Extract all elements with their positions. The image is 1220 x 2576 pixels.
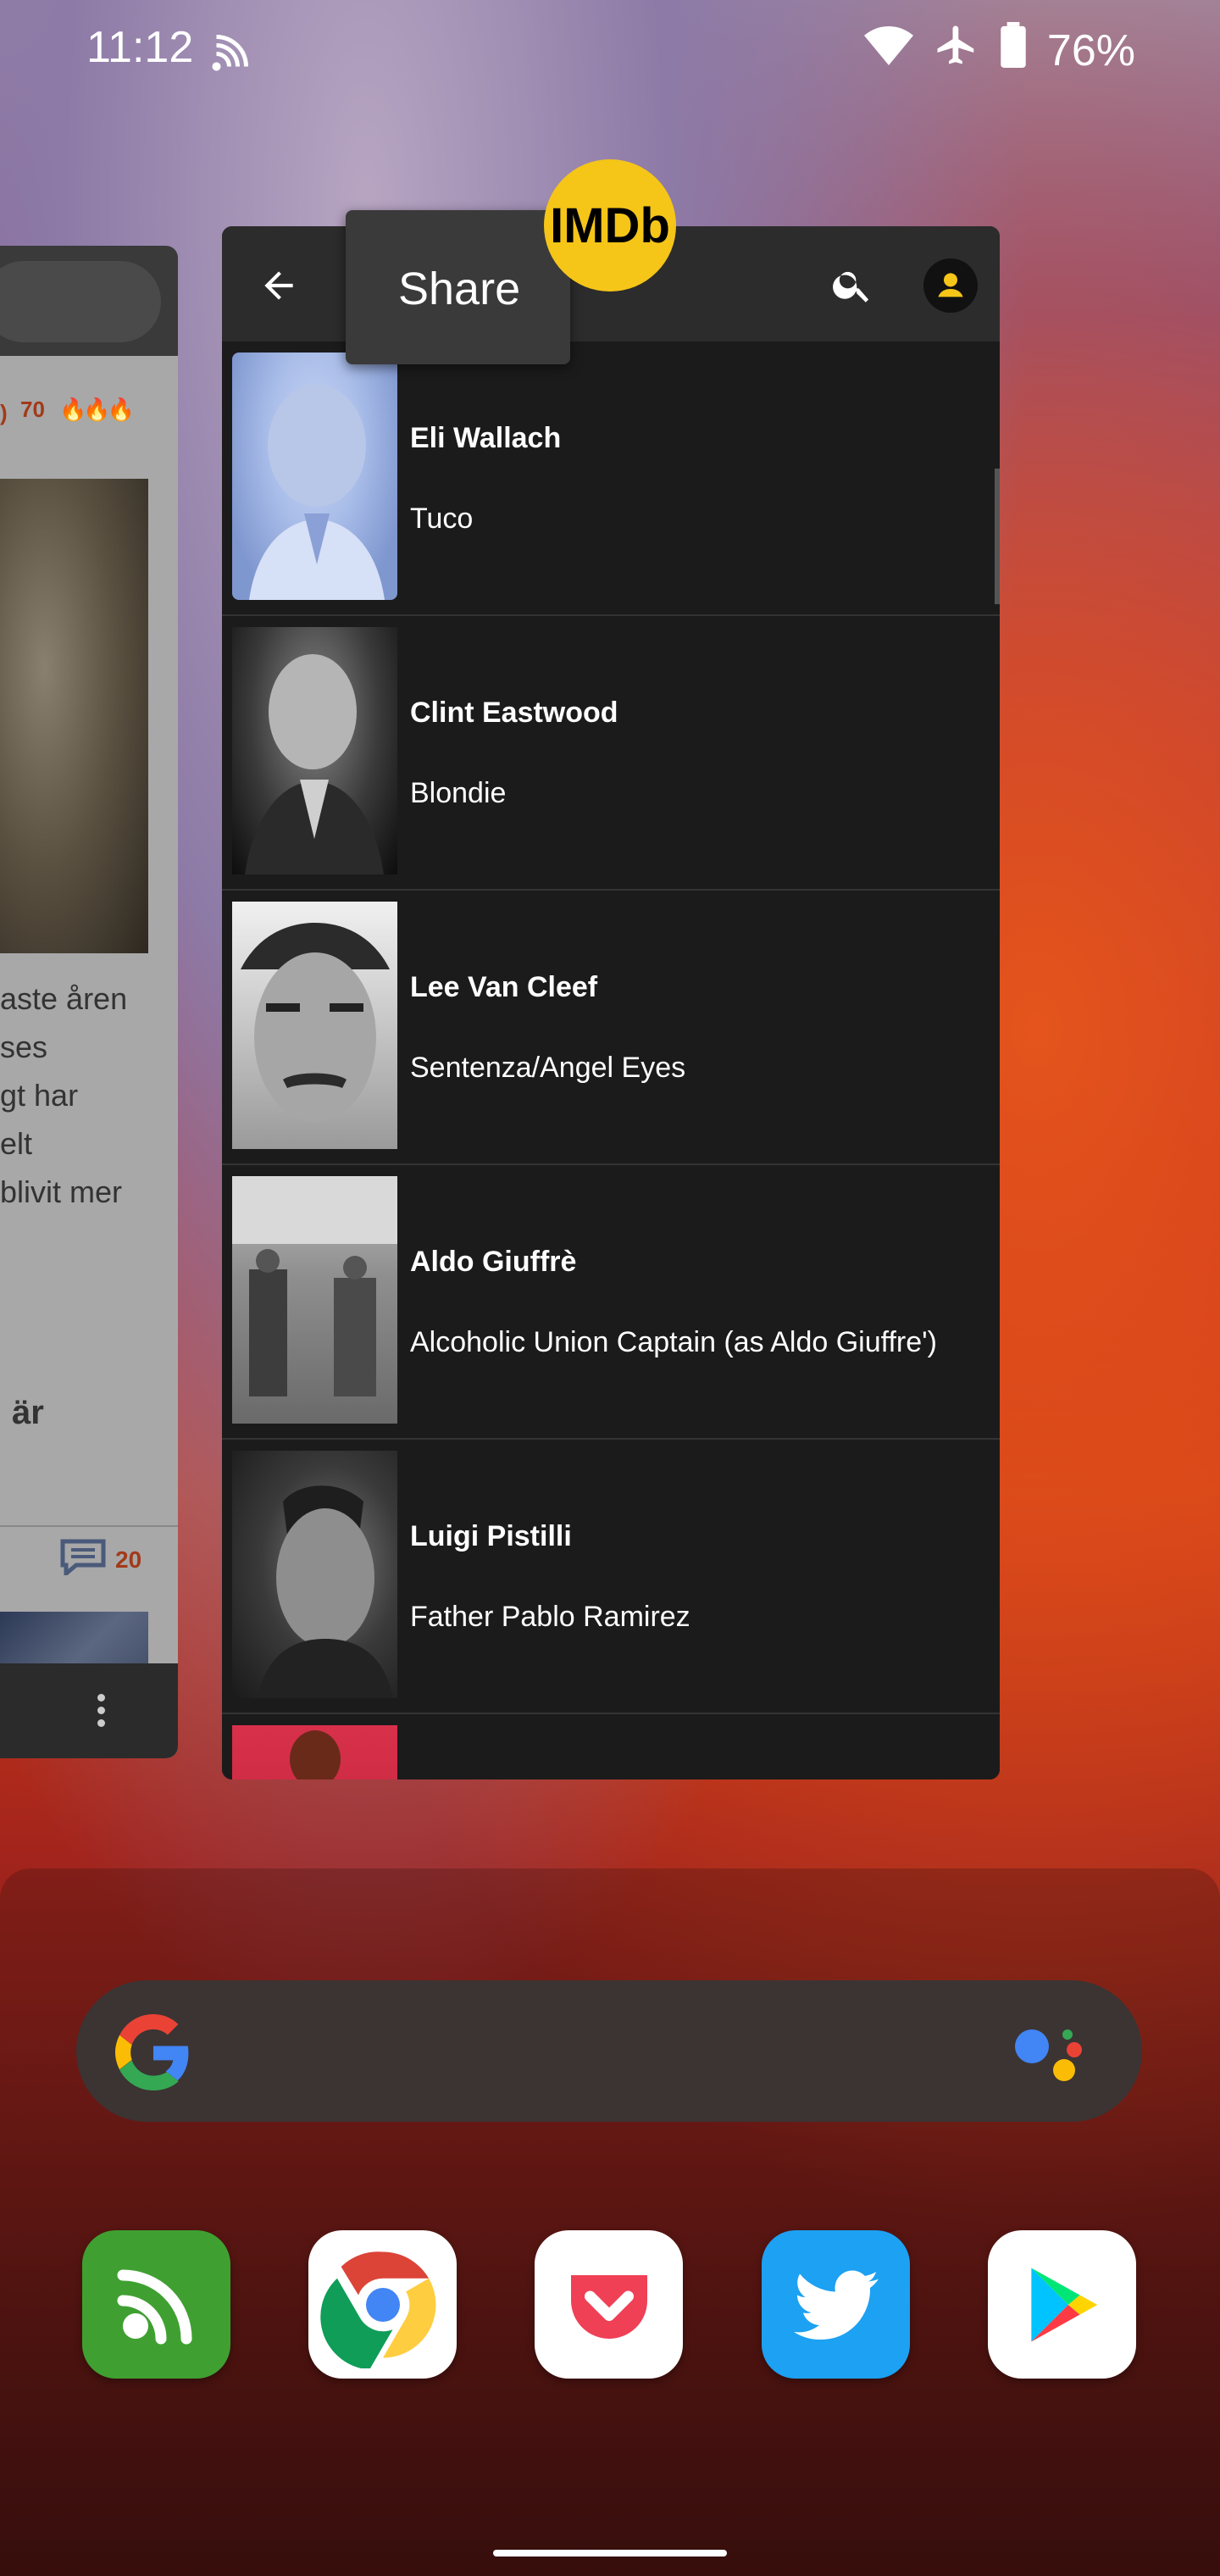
launcher-dock [0, 1868, 1220, 2576]
back-arrow-icon[interactable] [258, 264, 300, 307]
character-name: Father Pablo Ramirez [410, 1601, 690, 1633]
comment-icon [59, 1538, 107, 1581]
news-article-text: aste åren ses gt har elt blivit mer [0, 974, 127, 1216]
character-name: Tuco [410, 502, 474, 535]
scrollbar[interactable] [995, 469, 1000, 604]
actor-name: Luigi Pistilli [410, 1520, 572, 1552]
heat-icon: ) [0, 400, 8, 425]
cast-row[interactable]: Eli Wallach Tuco [222, 341, 1000, 616]
google-assistant-icon[interactable] [1013, 2021, 1090, 2089]
actor-photo [232, 1176, 397, 1424]
news-text-line: gt har [0, 1078, 79, 1113]
recent-app-card-news[interactable]: ) 70 🔥🔥🔥 aste åren ses gt har elt blivit mer… [0, 246, 178, 1758]
flame-rating-icon: 🔥🔥🔥 [59, 397, 135, 422]
more-vert-icon[interactable] [97, 1694, 106, 1732]
news-text-line: elt [0, 1126, 33, 1161]
home-gesture-bar[interactable] [493, 2550, 727, 2557]
wifi-icon [863, 25, 913, 76]
actor-name: Aldo Giuffrè [410, 1246, 577, 1278]
news-headline: är [12, 1394, 44, 1431]
status-icons: 76% [863, 22, 1135, 79]
news-bottom-bar [0, 1663, 178, 1758]
news-article-image [0, 479, 148, 953]
imdb-app-icon[interactable]: IMDb [544, 159, 676, 291]
actor-photo [232, 1725, 397, 1779]
actor-name: Eli Wallach [410, 422, 562, 454]
clock: 11:12 [86, 23, 194, 72]
cast-row[interactable]: Aldo Giuffrè Alcoholic Union Captain (as… [222, 1165, 1000, 1440]
news-app-header [0, 246, 178, 356]
share-tooltip[interactable]: Share [346, 210, 570, 364]
recent-app-card-imdb[interactable]: Eli Wallach Tuco Clint Eastwood Blondie … [222, 226, 1000, 1779]
cast-row[interactable]: Lee Van Cleef Sentenza/Angel Eyes [222, 891, 1000, 1165]
imdb-logo-text: IMDb [550, 197, 670, 253]
twitter-app-icon[interactable] [762, 2230, 910, 2379]
cast-row[interactable] [222, 1714, 1000, 1779]
news-text-line: aste åren [0, 981, 128, 1016]
google-search-bar[interactable] [76, 1980, 1142, 2122]
actor-photo [232, 902, 397, 1149]
character-name: Sentenza/Angel Eyes [410, 1052, 686, 1084]
google-g-icon [115, 2014, 191, 2095]
cast-icon [210, 22, 261, 77]
cast-row[interactable]: Luigi Pistilli Father Pablo Ramirez [222, 1440, 1000, 1714]
divider [0, 1525, 178, 1527]
play-store-app-icon[interactable] [988, 2230, 1136, 2379]
news-text-line: ses [0, 1030, 48, 1064]
character-name: Alcoholic Union Captain (as Aldo Giuffre… [410, 1326, 937, 1358]
chrome-app-icon[interactable] [308, 2230, 457, 2379]
reaction-count: 70 [20, 397, 45, 422]
cast-row[interactable]: Clint Eastwood Blondie [222, 616, 1000, 891]
cast-list[interactable]: Eli Wallach Tuco Clint Eastwood Blondie … [222, 341, 1000, 1779]
share-tooltip-label: Share [398, 264, 521, 314]
actor-photo [232, 627, 397, 874]
actor-name: Lee Van Cleef [410, 971, 598, 1003]
news-text-line: blivit mer [0, 1174, 123, 1209]
feedly-app-icon[interactable] [82, 2230, 230, 2379]
actor-name: Clint Eastwood [410, 697, 618, 729]
status-bar: 11:12 76% [0, 0, 1220, 97]
news-search-bar [0, 261, 161, 342]
pocket-app-icon[interactable] [535, 2230, 683, 2379]
actor-photo [232, 353, 397, 600]
comment-count-value: 20 [115, 1546, 142, 1573]
actor-photo [232, 1451, 397, 1698]
airplane-icon [934, 22, 979, 79]
search-icon[interactable] [830, 263, 874, 307]
account-icon[interactable] [923, 258, 978, 313]
battery-icon [1000, 22, 1027, 79]
battery-percent: 76% [1046, 25, 1135, 75]
character-name: Blondie [410, 777, 507, 809]
comment-count: 20 [59, 1538, 141, 1581]
